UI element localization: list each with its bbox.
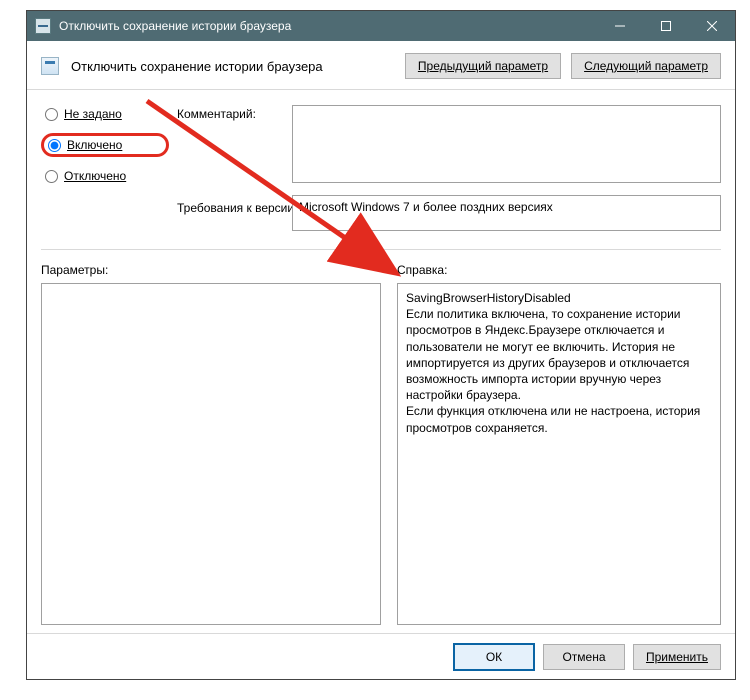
footer: ОК Отмена Применить	[27, 633, 735, 679]
close-button[interactable]	[689, 11, 735, 41]
radio-enabled[interactable]: Включено	[41, 133, 169, 157]
state-radio-group: Не задано Включено Отключено	[41, 105, 169, 195]
maximize-icon	[661, 21, 671, 31]
previous-setting-label: Предыдущий параметр	[418, 59, 548, 73]
help-text: SavingBrowserHistoryDisabled Если полити…	[406, 290, 712, 436]
radio-not-configured-label: Не задано	[64, 107, 122, 121]
help-label: Справка:	[397, 263, 447, 277]
comment-label: Комментарий:	[177, 107, 256, 121]
next-setting-label: Следующий параметр	[584, 59, 708, 73]
requirements-field: Microsoft Windows 7 и более поздних верс…	[292, 195, 721, 231]
client-area: Отключить сохранение истории браузера Пр…	[27, 41, 735, 679]
params-label: Параметры:	[41, 263, 108, 277]
comment-field[interactable]	[292, 105, 721, 183]
minimize-button[interactable]	[597, 11, 643, 41]
apply-label: Применить	[646, 650, 708, 664]
next-setting-button[interactable]: Следующий параметр	[571, 53, 721, 79]
params-panel	[41, 283, 381, 625]
policy-icon	[41, 57, 59, 75]
ok-label: ОК	[486, 650, 502, 664]
help-panel: SavingBrowserHistoryDisabled Если полити…	[397, 283, 721, 625]
policy-title: Отключить сохранение истории браузера	[69, 59, 395, 74]
config-area: Не задано Включено Отключено Комментарий…	[27, 101, 735, 633]
ok-button[interactable]: ОК	[453, 643, 535, 671]
cancel-button[interactable]: Отмена	[543, 644, 625, 670]
radio-enabled-input[interactable]	[48, 139, 61, 152]
titlebar: Отключить сохранение истории браузера	[27, 11, 735, 41]
previous-setting-button[interactable]: Предыдущий параметр	[405, 53, 561, 79]
radio-not-configured-input[interactable]	[45, 108, 58, 121]
apply-button[interactable]: Применить	[633, 644, 721, 670]
divider	[41, 249, 721, 250]
close-icon	[707, 21, 717, 31]
radio-enabled-label: Включено	[67, 138, 122, 152]
header-row: Отключить сохранение истории браузера Пр…	[27, 41, 735, 90]
requirements-label: Требования к версии:	[177, 201, 297, 215]
minimize-icon	[615, 21, 625, 31]
radio-disabled-input[interactable]	[45, 170, 58, 183]
cancel-label: Отмена	[562, 650, 605, 664]
maximize-button[interactable]	[643, 11, 689, 41]
app-icon	[35, 18, 51, 34]
requirements-text: Microsoft Windows 7 и более поздних верс…	[299, 200, 553, 214]
window: Отключить сохранение истории браузера От…	[26, 10, 736, 680]
radio-disabled-label: Отключено	[64, 169, 126, 183]
radio-not-configured[interactable]: Не задано	[41, 105, 169, 123]
radio-disabled[interactable]: Отключено	[41, 167, 169, 185]
window-title: Отключить сохранение истории браузера	[59, 19, 597, 33]
window-controls	[597, 11, 735, 41]
